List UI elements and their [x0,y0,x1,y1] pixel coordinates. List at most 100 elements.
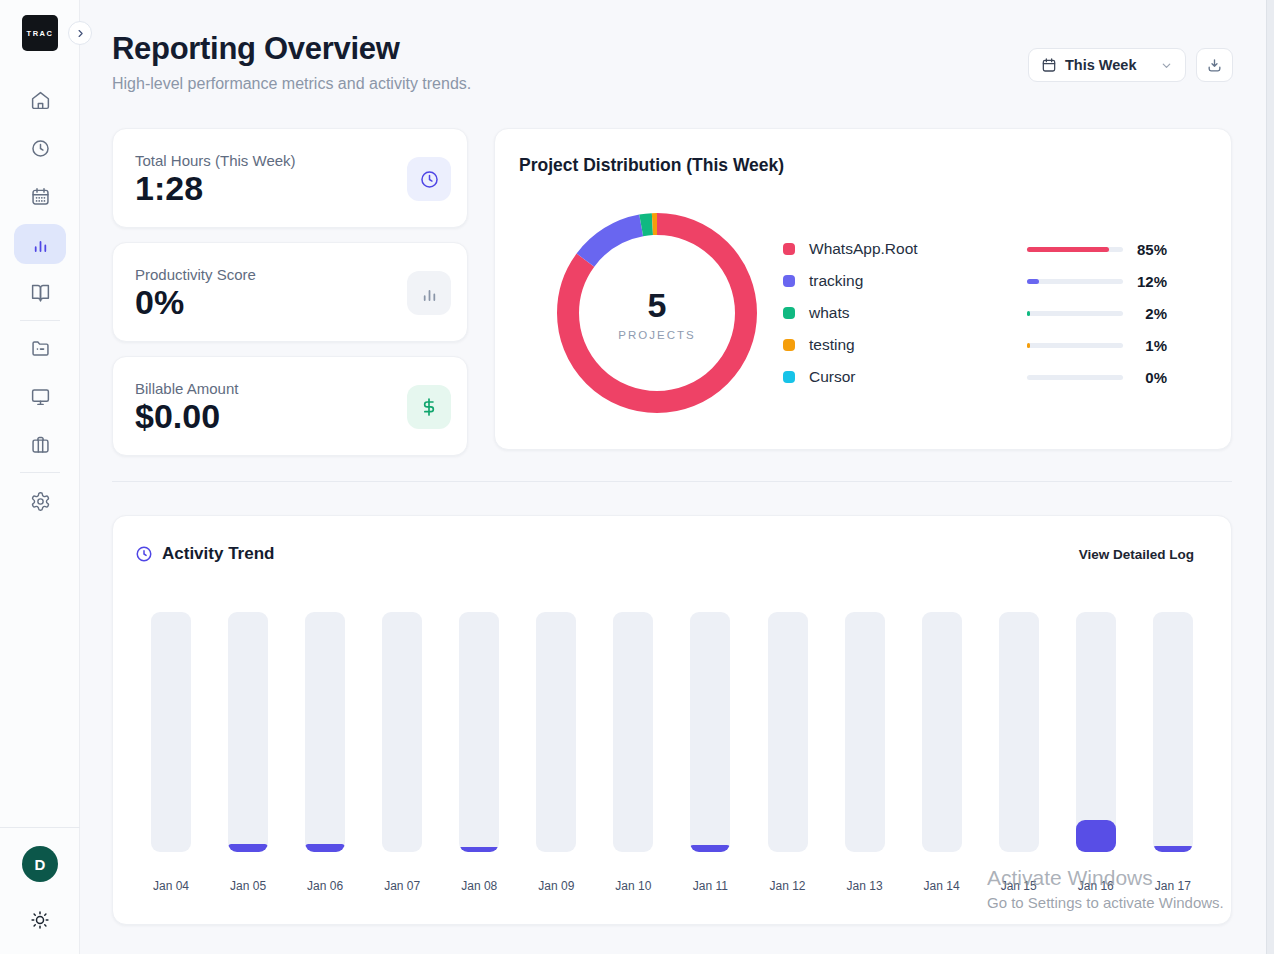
metric-card-billable-amount: Billable Amount $0.00 [112,356,468,456]
bar-chart-icon [30,234,51,255]
legend-color-dot [783,275,795,287]
theme-toggle-sun-icon[interactable] [30,910,50,930]
legend-project-name: tracking [809,272,863,290]
chevron-down-icon [1160,59,1173,72]
sidebar-divider [20,472,60,473]
project-legend: WhatsApp.Root85%tracking12%whats2%testin… [783,233,1167,393]
activity-day-column: Jan 06 [305,612,345,893]
activity-day-column: Jan 15 [999,612,1039,893]
project-distribution-title: Project Distribution (This Week) [519,155,784,176]
date-range-select[interactable]: This Week [1028,48,1186,82]
activity-day-column: Jan 11 [690,612,730,893]
settings-icon [30,491,51,512]
activity-bar-fill [459,847,499,852]
activity-bar-track[interactable] [845,612,885,852]
dollar-icon [407,385,451,429]
activity-day-label: Jan 11 [693,879,728,893]
activity-bar-track[interactable] [151,612,191,852]
legend-row: Cursor 0% [783,361,1167,393]
activity-bar-track[interactable] [382,612,422,852]
date-range-value: This Week [1065,57,1136,73]
activity-bar-track[interactable] [1153,612,1193,852]
page-subtitle: High-level performance metrics and activ… [112,75,471,93]
activity-bar-track[interactable] [228,612,268,852]
metric-card-total-hours: Total Hours (This Week)1:28 [112,128,468,228]
activity-day-label: Jan 10 [615,879,651,893]
activity-day-label: Jan 09 [538,879,574,893]
app-logo[interactable]: TRAC [22,15,58,51]
bar-chart-icon [407,271,451,315]
activity-bar-track[interactable] [536,612,576,852]
activity-bar-track[interactable] [1076,612,1116,852]
page-title: Reporting Overview [112,31,399,67]
legend-progress-bar [1027,343,1123,348]
metric-value: 1:28 [135,171,203,205]
activity-day-column: Jan 17 [1153,612,1193,893]
metric-label: Productivity Score [135,266,256,283]
activity-trend-title: Activity Trend [162,544,274,564]
legend-color-dot [783,339,795,351]
project-donut-chart: 5 PROJECTS [552,208,762,418]
legend-progress-bar [1027,279,1123,284]
sidebar-item-clock[interactable] [14,128,66,168]
metric-value: $0.00 [135,399,220,433]
sidebar-item-settings[interactable] [14,481,66,521]
app-window: TRAC D Reporting Overview High-level per… [0,0,1274,954]
scrollbar[interactable] [1266,0,1274,954]
activity-bar-track[interactable] [459,612,499,852]
activity-day-label: Jan 17 [1155,879,1191,893]
activity-bar-track[interactable] [690,612,730,852]
legend-percent: 2% [1123,305,1167,322]
home-icon [30,90,51,111]
clock-icon [30,138,51,159]
sidebar-item-monitor[interactable] [14,376,66,416]
activity-bar-fill [305,844,345,852]
legend-percent: 0% [1123,369,1167,386]
sidebar-item-book-open[interactable] [14,272,66,312]
sidebar-item-briefcase[interactable] [14,424,66,464]
sidebar-collapse-button[interactable] [68,21,92,45]
activity-bar-fill [1076,820,1116,852]
activity-bar-track[interactable] [768,612,808,852]
activity-bar-track[interactable] [999,612,1039,852]
donut-center-value: 5 [648,286,667,325]
activity-bar-track[interactable] [922,612,962,852]
clock-icon [407,157,451,201]
sidebar-divider [20,320,60,321]
activity-bar-track[interactable] [305,612,345,852]
donut-center-label: PROJECTS [618,329,695,341]
legend-project-name: Cursor [809,368,856,386]
legend-row: whats2% [783,297,1167,329]
activity-day-label: Jan 14 [924,879,960,893]
activity-bar-fill [1153,846,1193,852]
legend-color-dot [783,371,795,383]
legend-project-name: testing [809,336,855,354]
activity-bar-chart: Jan 04Jan 05Jan 06Jan 07Jan 08Jan 09Jan … [151,612,1193,893]
activity-trend-card: Activity Trend View Detailed Log Jan 04 J… [112,515,1232,925]
activity-day-column: Jan 08 [459,612,499,893]
activity-day-label: Jan 04 [153,879,189,893]
activity-bar-fill [228,844,268,852]
legend-progress-bar [1027,247,1123,252]
legend-percent: 1% [1123,337,1167,354]
activity-day-column: Jan 16 [1076,612,1116,893]
user-avatar[interactable]: D [22,846,58,882]
sidebar-item-folder[interactable] [14,328,66,368]
download-icon [1206,57,1223,74]
metric-card-productivity-score: Productivity Score0% [112,242,468,342]
project-distribution-card: Project Distribution (This Week) 5 PROJE… [494,128,1232,450]
activity-bar-track[interactable] [613,612,653,852]
legend-row: tracking 12% [783,265,1167,297]
legend-percent: 12% [1123,273,1167,290]
sidebar-item-calendar[interactable] [14,176,66,216]
sidebar: TRAC D [0,0,80,954]
activity-day-column: Jan 09 [536,612,576,893]
sidebar-bottom-divider [0,827,80,828]
sidebar-item-home[interactable] [14,80,66,120]
metric-label: Billable Amount [135,380,238,397]
view-detailed-log-link[interactable]: View Detailed Log [1079,547,1194,562]
book-open-icon [30,282,51,303]
activity-day-label: Jan 05 [230,879,266,893]
sidebar-item-bar-chart[interactable] [14,224,66,264]
download-report-button[interactable] [1196,48,1233,82]
